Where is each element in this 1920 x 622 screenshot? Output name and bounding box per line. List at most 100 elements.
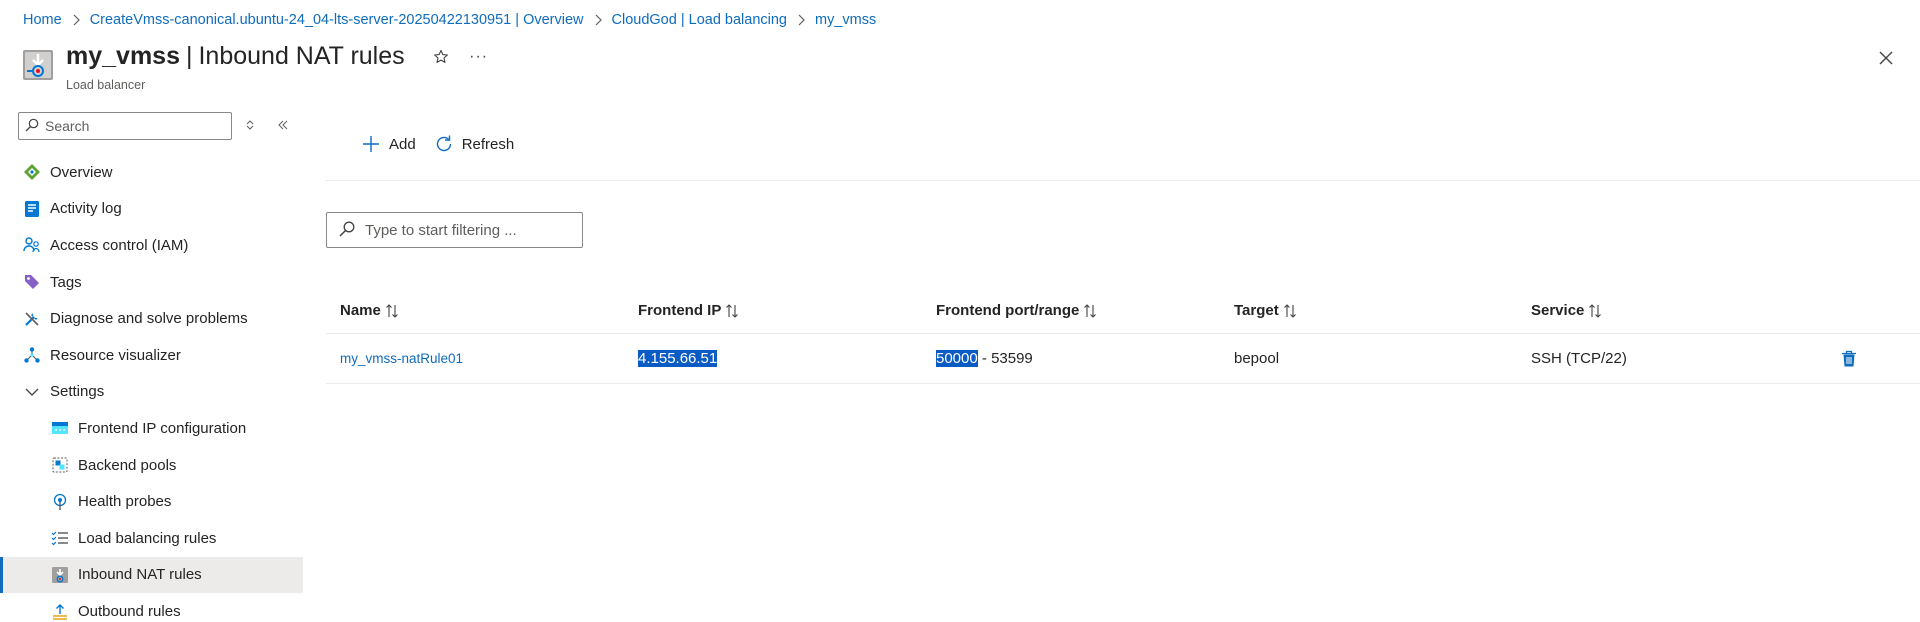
breadcrumb-load-balancing[interactable]: CloudGod | Load balancing: [612, 12, 787, 28]
resource-name: my_vmss: [66, 42, 180, 70]
menu-group-settings[interactable]: Settings: [0, 374, 303, 411]
menu-search-box[interactable]: [18, 112, 232, 140]
menu-item-label: Tags: [50, 273, 82, 291]
toolbar-divider: [326, 180, 1920, 181]
more-options-icon[interactable]: ···: [467, 45, 491, 69]
close-icon[interactable]: [1874, 46, 1898, 70]
nat-rule-name-link[interactable]: my_vmss-natRule01: [340, 351, 463, 366]
plus-icon: [361, 134, 381, 154]
column-header-name[interactable]: Name: [340, 302, 399, 319]
table-row: my_vmss-natRule01 4.155.66.51 50000 - 53…: [326, 334, 1920, 384]
trash-icon[interactable]: [1838, 348, 1860, 370]
port-range-end: 53599: [991, 350, 1033, 367]
add-button[interactable]: Add: [361, 134, 416, 154]
blade-title: Inbound NAT rules: [198, 42, 405, 70]
menu-item-label: Overview: [50, 163, 113, 181]
resource-type: Load balancer: [66, 78, 146, 92]
menu-item-access-control[interactable]: Access control (IAM): [0, 227, 303, 264]
sort-icon: [725, 303, 739, 318]
column-header-frontend-ip[interactable]: Frontend IP: [638, 302, 739, 319]
column-label: Name: [340, 302, 381, 319]
column-label: Service: [1531, 302, 1585, 319]
menu-item-label: Diagnose and solve problems: [50, 310, 248, 328]
menu-item-inbound-nat-rules[interactable]: Inbound NAT rules: [0, 556, 303, 594]
selected-text: 50000: [936, 350, 978, 367]
breadcrumb-vmss-overview[interactable]: CreateVmss-canonical.ubuntu-24_04-lts-se…: [90, 12, 584, 28]
iam-icon: [22, 235, 42, 255]
backend-pools-icon: [50, 455, 70, 475]
frontend-ip-cell: 4.155.66.51: [638, 350, 718, 367]
menu-item-label: Access control (IAM): [50, 236, 189, 254]
command-bar: Add Refresh: [326, 128, 514, 160]
breadcrumb: Home CreateVmss-canonical.ubuntu-24_04-l…: [23, 10, 876, 30]
expand-collapse-icon[interactable]: [241, 116, 259, 134]
menu-item-backend-pools[interactable]: Backend pools: [0, 447, 303, 484]
menu-item-tags[interactable]: Tags: [0, 264, 303, 301]
refresh-button[interactable]: Refresh: [434, 134, 515, 154]
menu-item-label: Backend pools: [78, 456, 177, 474]
chevron-right-icon: [594, 14, 602, 26]
filter-input[interactable]: [365, 221, 575, 239]
menu-item-label: Activity log: [50, 200, 122, 218]
diagnose-icon: [22, 309, 42, 329]
menu-item-load-balancing-rules[interactable]: Load balancing rules: [0, 520, 303, 557]
breadcrumb-my-vmss[interactable]: my_vmss: [815, 12, 876, 28]
title-separator: |: [185, 42, 193, 70]
chevron-right-icon: [72, 14, 80, 26]
column-label: Target: [1234, 302, 1279, 319]
menu-item-diagnose[interactable]: Diagnose and solve problems: [0, 300, 303, 337]
menu-item-resource-visualizer[interactable]: Resource visualizer: [0, 337, 303, 374]
collapse-menu-icon[interactable]: [274, 116, 292, 134]
page-header: my_vmss | Inbound NAT rules ··· Load balan…: [22, 40, 1898, 96]
visualizer-icon: [22, 345, 42, 365]
sort-icon: [1588, 303, 1602, 318]
chevron-down-icon: [22, 382, 42, 402]
overview-icon: [22, 162, 42, 182]
column-header-service[interactable]: Service: [1531, 302, 1602, 319]
search-icon: [339, 221, 355, 240]
tag-icon: [22, 272, 42, 292]
port-range-separator: -: [977, 350, 992, 367]
refresh-button-label: Refresh: [461, 135, 515, 153]
lb-rules-icon: [50, 528, 70, 548]
filter-box[interactable]: [326, 212, 583, 248]
favorite-star-icon[interactable]: [429, 45, 453, 69]
sort-icon: [1283, 303, 1297, 318]
column-header-frontend-port[interactable]: Frontend port/range: [936, 302, 1097, 319]
menu-item-label: Outbound rules: [78, 602, 181, 620]
menu-item-outbound-rules[interactable]: Outbound rules: [0, 593, 303, 622]
target-cell: bepool: [1234, 350, 1280, 367]
menu-item-label: Load balancing rules: [78, 529, 217, 547]
chevron-right-icon: [797, 14, 805, 26]
search-icon: [25, 118, 39, 135]
menu-item-overview[interactable]: Overview: [0, 154, 303, 191]
service-cell: SSH (TCP/22): [1531, 350, 1627, 367]
frontend-ip-icon: [50, 418, 70, 438]
column-label: Frontend IP: [638, 302, 722, 319]
column-label: Frontend port/range: [936, 302, 1080, 319]
menu-search-input[interactable]: [45, 118, 225, 134]
inbound-nat-icon: [50, 565, 70, 585]
menu-item-label: Health probes: [78, 493, 172, 511]
menu-item-activity-log[interactable]: Activity log: [0, 191, 303, 228]
menu-item-label: Resource visualizer: [50, 346, 181, 364]
table-header: Name Frontend IP Frontend port/range Tar…: [326, 288, 1920, 334]
health-probe-icon: [50, 492, 70, 512]
column-header-target[interactable]: Target: [1234, 302, 1297, 319]
page-title: my_vmss | Inbound NAT rules: [66, 42, 405, 71]
load-balancer-icon: [22, 49, 54, 81]
menu-item-health-probes[interactable]: Health probes: [0, 483, 303, 520]
sort-icon: [385, 303, 399, 318]
menu-item-label: Inbound NAT rules: [78, 566, 202, 584]
menu-list: Overview Activity log Access control (IA…: [0, 154, 303, 622]
nat-rules-table: Name Frontend IP Frontend port/range Tar…: [326, 288, 1920, 384]
resource-menu: Overview Activity log Access control (IA…: [0, 110, 303, 622]
refresh-icon: [434, 134, 454, 154]
selected-text: 4.155.66.51: [638, 350, 718, 367]
menu-item-label: Frontend IP configuration: [78, 419, 247, 437]
sort-icon: [1083, 303, 1097, 318]
menu-item-frontend-ip[interactable]: Frontend IP configuration: [0, 410, 303, 447]
add-button-label: Add: [389, 135, 416, 153]
outbound-rules-icon: [50, 601, 70, 621]
breadcrumb-home[interactable]: Home: [23, 12, 62, 28]
